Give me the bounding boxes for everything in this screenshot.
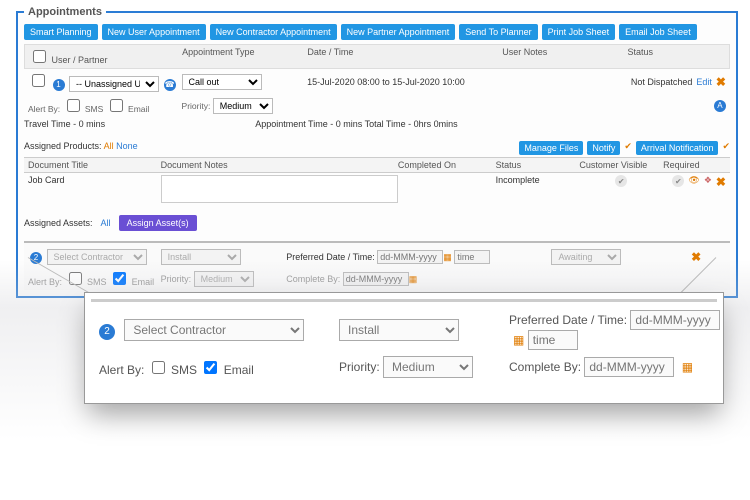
- new-partner-appointment-button[interactable]: New Partner Appointment: [341, 24, 456, 40]
- row1-badge: 1: [53, 79, 65, 91]
- assigned-assets-label: Assigned Assets:: [24, 218, 93, 228]
- products-none-link[interactable]: None: [116, 141, 138, 151]
- phone-icon[interactable]: ☎: [164, 79, 176, 91]
- zoom-priority-label: Priority:: [339, 360, 380, 374]
- new-contractor-appointment-button[interactable]: New Contractor Appointment: [210, 24, 337, 40]
- zoom-callout: 2 Select Contractor Install Preferred Da…: [84, 292, 724, 404]
- panel-title: Appointments: [24, 6, 106, 18]
- contractor-select[interactable]: Select Contractor: [124, 319, 304, 341]
- complete-by-label: Complete By:: [509, 360, 581, 374]
- zoom-email-checkbox[interactable]: [204, 361, 217, 374]
- products-all-link[interactable]: All: [104, 141, 114, 151]
- edit-link[interactable]: Edit: [696, 77, 712, 87]
- assigned-products-label: Assigned Products:: [24, 141, 102, 151]
- appointment-type-select[interactable]: Call out: [182, 74, 262, 90]
- row1-checkbox[interactable]: [32, 74, 45, 87]
- document-row: Job Card Incomplete ✔ ✔ 👁 ❖ ✖: [24, 173, 730, 205]
- email-checkbox[interactable]: [110, 99, 123, 112]
- doc-status: Incomplete: [496, 175, 580, 185]
- col-date: Date / Time: [307, 47, 502, 66]
- print-job-sheet-button[interactable]: Print Job Sheet: [542, 24, 616, 40]
- sms-checkbox[interactable]: [67, 99, 80, 112]
- select-all-checkbox[interactable]: [33, 50, 46, 63]
- col-type: Appointment Type: [182, 47, 307, 66]
- documents-header: Document TitleDocument NotesCompleted On…: [24, 157, 730, 173]
- alert-by-label: Alert By:: [28, 104, 60, 114]
- email-job-sheet-button[interactable]: Email Job Sheet: [619, 24, 697, 40]
- travel-time: Travel Time - 0 mins: [24, 119, 105, 129]
- pref-date-label: Preferred Date / Time:: [509, 313, 627, 327]
- calendar-icon-zoom-2[interactable]: ▦: [682, 360, 693, 374]
- doc-notes-input[interactable]: [161, 175, 398, 203]
- assets-all-link[interactable]: All: [101, 218, 111, 228]
- zoom-type-select[interactable]: Install: [339, 319, 459, 341]
- delete-doc-icon[interactable]: ✖: [716, 175, 726, 189]
- row1-date: 15-Jul-2020 08:00 to 15-Jul-2020 10:00: [307, 77, 502, 87]
- arrival-notification-button[interactable]: Arrival Notification: [636, 141, 719, 155]
- delete-icon[interactable]: ✖: [716, 75, 726, 89]
- priority-label: Priority:: [182, 101, 211, 111]
- user-select[interactable]: -- Unassigned User --: [69, 76, 159, 92]
- pref-date-input[interactable]: [630, 310, 720, 330]
- col-user: User / Partner: [29, 47, 182, 66]
- smart-planning-button[interactable]: Smart Planning: [24, 24, 98, 40]
- zoom-priority-select[interactable]: Medium: [383, 356, 473, 378]
- col-notes: User Notes: [502, 47, 627, 66]
- appointment-time: Appointment Time - 0 mins Total Time - 0…: [255, 119, 457, 129]
- view-doc-icon[interactable]: 👁: [688, 175, 699, 189]
- appointment-row-1: 1 -- Unassigned User -- ☎ Call out 15-Ju…: [24, 69, 730, 94]
- assign-assets-button[interactable]: Assign Asset(s): [119, 215, 197, 231]
- doc-action-icon[interactable]: ❖: [704, 175, 712, 189]
- pref-time-input[interactable]: [528, 330, 578, 350]
- calendar-icon-zoom[interactable]: ▦: [513, 333, 524, 347]
- toolbar: Smart Planning New User Appointment New …: [24, 24, 730, 40]
- arrival-check-icon: ✔: [722, 141, 730, 155]
- priority-select[interactable]: Medium: [213, 98, 273, 114]
- new-user-appointment-button[interactable]: New User Appointment: [102, 24, 206, 40]
- status-a-icon[interactable]: A: [714, 100, 726, 112]
- zoom-sms-checkbox[interactable]: [152, 361, 165, 374]
- send-to-planner-button[interactable]: Send To Planner: [459, 24, 537, 40]
- manage-files-button[interactable]: Manage Files: [519, 141, 583, 155]
- zoom-badge: 2: [99, 324, 115, 340]
- row1-status: Not Dispatched: [631, 77, 693, 87]
- complete-by-input[interactable]: [584, 357, 674, 377]
- required-toggle[interactable]: ✔: [672, 175, 684, 187]
- appointments-header-row: User / Partner Appointment Type Date / T…: [24, 44, 730, 69]
- customer-visible-toggle[interactable]: ✔: [615, 175, 627, 187]
- zoom-alert-label: Alert By:: [99, 363, 144, 377]
- notify-check-icon: ✔: [624, 141, 632, 155]
- notify-button[interactable]: Notify: [587, 141, 620, 155]
- col-status: Status: [628, 47, 725, 66]
- doc-title: Job Card: [28, 175, 161, 185]
